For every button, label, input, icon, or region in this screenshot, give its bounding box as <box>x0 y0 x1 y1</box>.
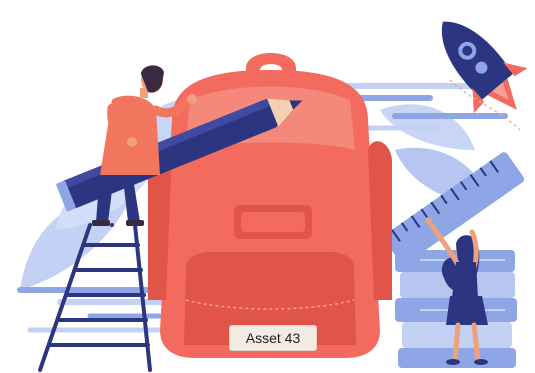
asset-label: Asset 43 <box>229 325 317 351</box>
school-illustration <box>17 21 528 372</box>
illustration-canvas: Asset 43 <box>0 0 535 373</box>
